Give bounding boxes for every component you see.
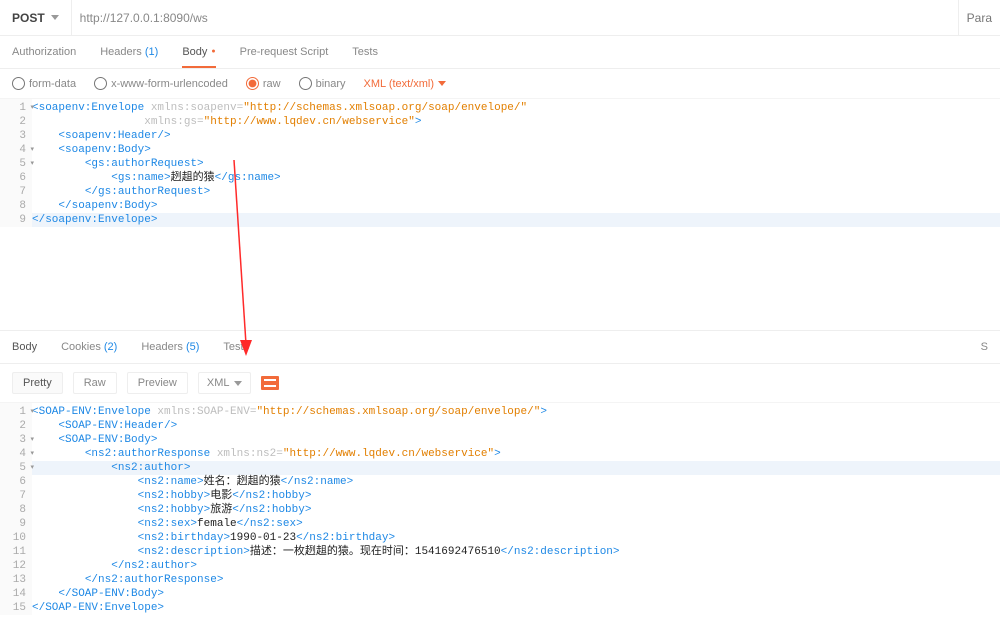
resp-tab-body[interactable]: Body bbox=[12, 341, 37, 353]
response-tabs: Body Cookies (2) Headers (5) Tests S bbox=[0, 330, 1000, 364]
tab-headers[interactable]: Headers (1) bbox=[100, 46, 158, 68]
resp-tab-headers[interactable]: Headers (5) bbox=[141, 341, 199, 353]
request-gutter: 123456789 bbox=[0, 99, 32, 227]
body-radio-urlencoded[interactable]: x-www-form-urlencoded bbox=[94, 77, 228, 90]
resp-tab-cookies[interactable]: Cookies (2) bbox=[61, 341, 117, 353]
url-input[interactable]: http://127.0.0.1:8090/ws bbox=[72, 0, 958, 35]
method-select[interactable]: POST bbox=[0, 0, 72, 35]
wrap-icon[interactable] bbox=[261, 376, 279, 390]
tab-auth[interactable]: Authorization bbox=[12, 46, 76, 68]
body-type-row: form-data x-www-form-urlencoded raw bina… bbox=[0, 69, 1000, 98]
body-radio-form-data[interactable]: form-data bbox=[12, 77, 76, 90]
response-format-select[interactable]: XML bbox=[198, 372, 251, 394]
resp-tab-tests[interactable]: Tests bbox=[223, 341, 249, 353]
view-raw-button[interactable]: Raw bbox=[73, 372, 117, 394]
tab-prereq[interactable]: Pre-request Script bbox=[240, 46, 329, 68]
view-preview-button[interactable]: Preview bbox=[127, 372, 188, 394]
request-lines: <soapenv:Envelope xmlns:soapenv="http://… bbox=[32, 99, 1000, 227]
body-radio-binary[interactable]: binary bbox=[299, 77, 346, 90]
request-tabs: Authorization Headers (1) Body Pre-request … bbox=[0, 36, 1000, 69]
tab-tests[interactable]: Tests bbox=[352, 46, 378, 68]
body-format-select[interactable]: XML (text/xml) bbox=[364, 78, 447, 90]
request-editor[interactable]: 123456789 <soapenv:Envelope xmlns:soapen… bbox=[0, 98, 1000, 330]
method-label: POST bbox=[12, 11, 45, 25]
response-view-row: Pretty Raw Preview XML bbox=[0, 364, 1000, 402]
response-status: S bbox=[981, 341, 988, 353]
response-gutter: 123456789101112131415 bbox=[0, 403, 32, 615]
chevron-down-icon bbox=[51, 15, 59, 20]
response-editor[interactable]: 123456789101112131415 <SOAP-ENV:Envelope… bbox=[0, 402, 1000, 622]
view-pretty-button[interactable]: Pretty bbox=[12, 372, 63, 394]
response-lines: <SOAP-ENV:Envelope xmlns:SOAP-ENV="http:… bbox=[32, 403, 1000, 615]
params-button[interactable]: Para bbox=[958, 0, 1000, 35]
body-radio-raw[interactable]: raw bbox=[246, 77, 281, 90]
request-header-bar: POST http://127.0.0.1:8090/ws Para bbox=[0, 0, 1000, 36]
tab-body[interactable]: Body bbox=[182, 46, 215, 68]
